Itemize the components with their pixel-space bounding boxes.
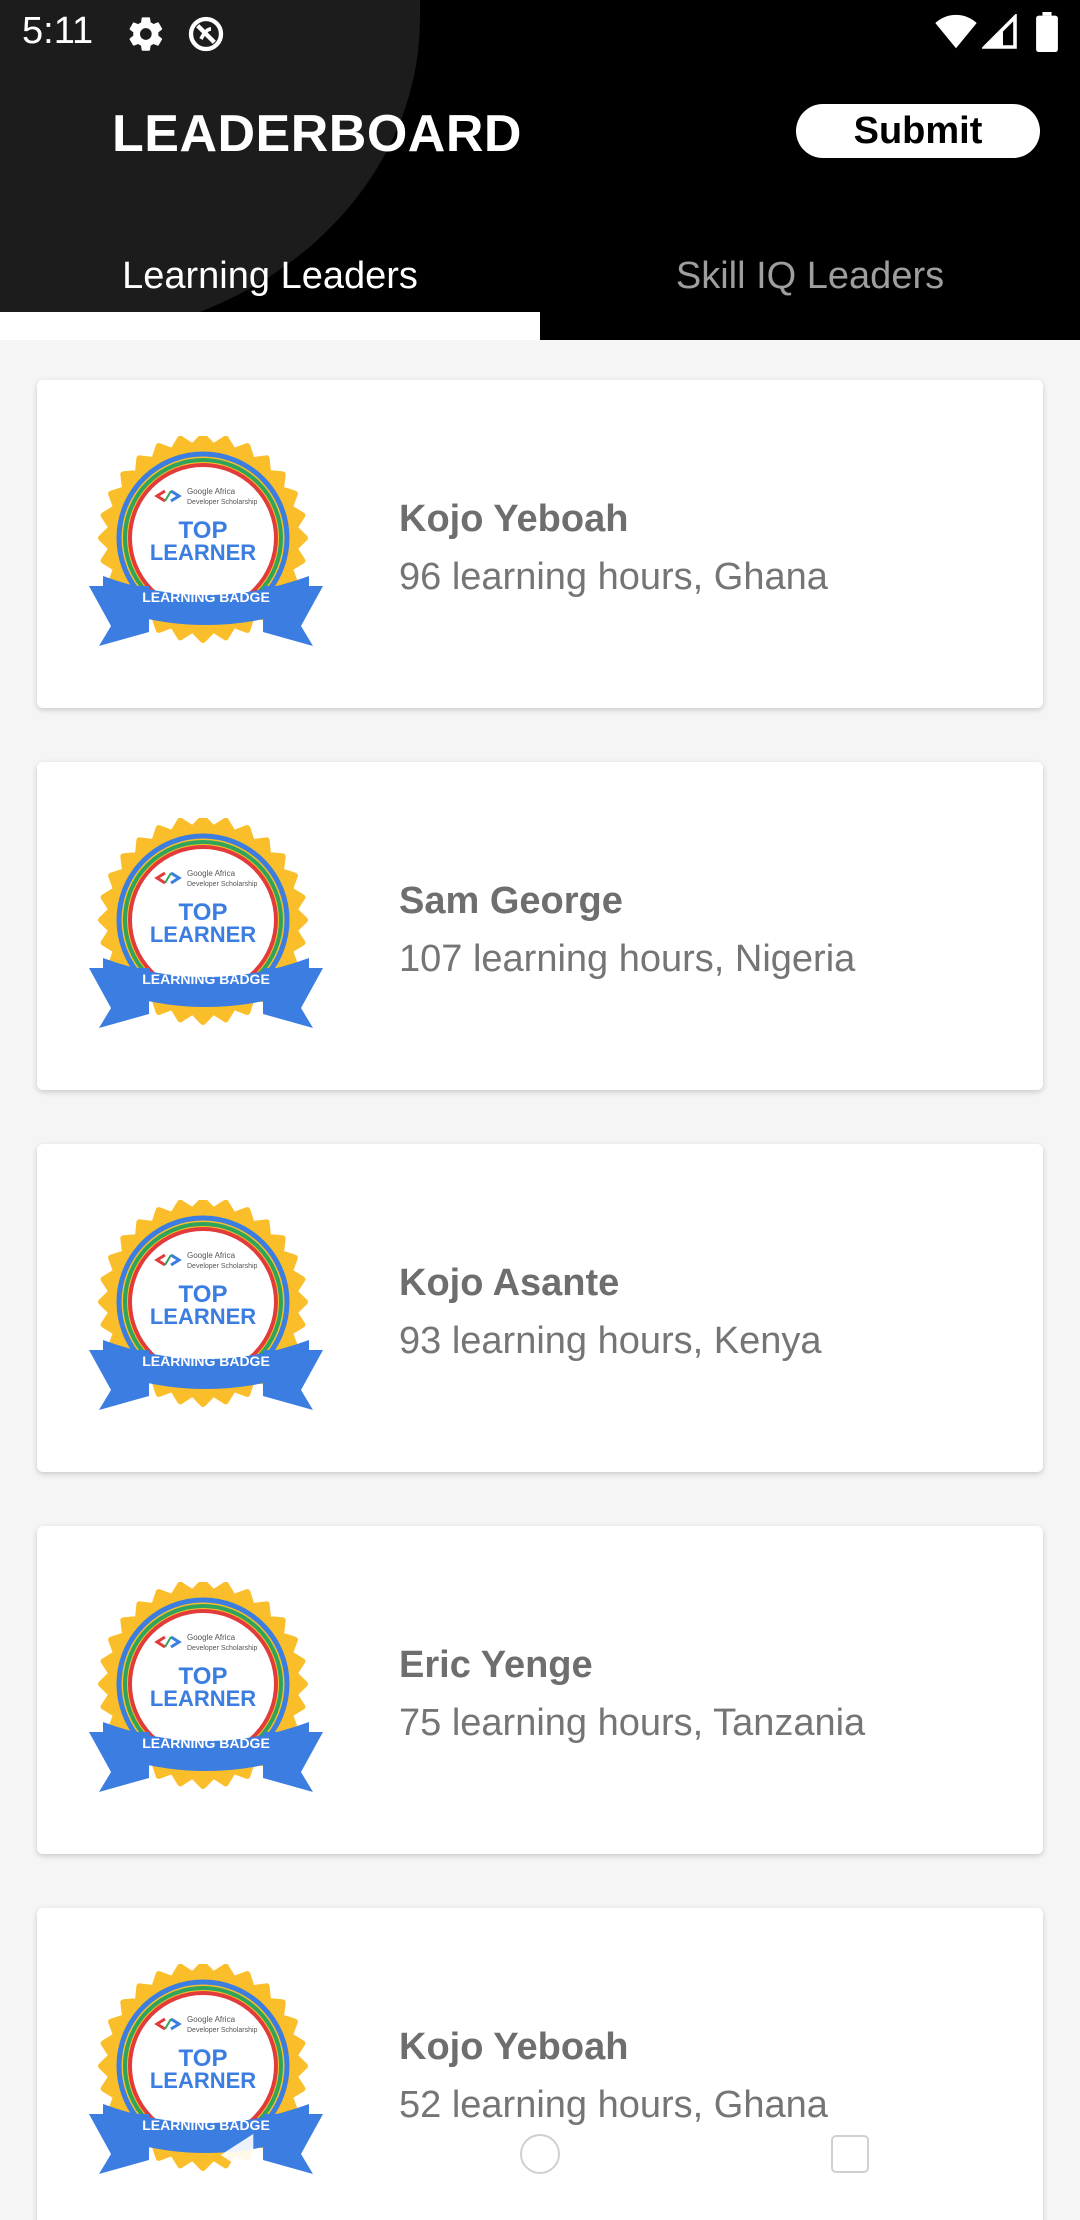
leader-card[interactable]: Google Africa Developer Scholarship TOP LEA…: [37, 1144, 1043, 1472]
tab-bar: Learning Leaders Skill IQ Leaders: [0, 230, 1080, 340]
tab-skill-iq-leaders[interactable]: Skill IQ Leaders: [540, 230, 1080, 340]
badge-line1: Google Africa: [187, 487, 236, 496]
leader-name: Kojo Yeboah: [399, 2026, 629, 2068]
leader-card[interactable]: Google Africa Developer Scholarship TOP LEA…: [37, 762, 1043, 1090]
leader-name: Kojo Asante: [399, 1262, 620, 1304]
badge-learner-text: LEARNER: [150, 2068, 256, 2093]
top-learner-badge-icon: Google AfricaDeveloper ScholarshipTOPLEA…: [89, 1200, 323, 1410]
leader-card[interactable]: Google Africa Developer Scholarship TOP LEA…: [37, 1526, 1043, 1854]
back-icon[interactable]: [214, 2130, 258, 2180]
badge-learner-text: LEARNER: [150, 1686, 256, 1711]
top-learner-badge-icon: Google AfricaDeveloper ScholarshipTOPLEA…: [89, 436, 323, 646]
badge-line2: Developer Scholarship: [187, 881, 258, 888]
badge-ribbon-text: LEARNING BADGE: [142, 589, 270, 605]
recents-icon[interactable]: [828, 2132, 872, 2176]
badge-line1: Google Africa: [187, 2015, 236, 2024]
status-bar: 5:11: [0, 0, 1080, 66]
dnd-icon: [188, 16, 224, 52]
badge-learner-text: LEARNER: [150, 540, 256, 565]
badge-learner-text: LEARNER: [150, 1304, 256, 1329]
badge-line1: Google Africa: [187, 1251, 236, 1260]
gear-icon: [129, 17, 163, 51]
signal-icon: [982, 14, 1017, 49]
badge-line2: Developer Scholarship: [187, 2027, 258, 2034]
leader-name: Eric Yenge: [399, 1644, 593, 1686]
badge-ribbon-text: LEARNING BADGE: [142, 1353, 270, 1369]
leader-card[interactable]: Google Africa Developer Scholarship TOP LEA…: [37, 380, 1043, 708]
leader-details: 75 learning hours, Tanzania: [399, 1702, 866, 1744]
navigation-bar: [0, 2120, 1080, 2220]
tab-indicator: [0, 312, 540, 340]
badge-ribbon-text: LEARNING BADGE: [142, 1735, 270, 1751]
top-learner-badge-icon: Google AfricaDeveloper ScholarshipTOPLEA…: [89, 1582, 323, 1792]
submit-button[interactable]: Submit: [796, 104, 1040, 158]
home-icon[interactable]: [518, 2132, 562, 2176]
badge-line1: Google Africa: [187, 1633, 236, 1642]
status-time: 5:11: [22, 10, 94, 52]
leader-name: Kojo Yeboah: [399, 498, 629, 540]
badge-line2: Developer Scholarship: [187, 1263, 258, 1270]
leader-details: 96 learning hours, Ghana: [399, 556, 828, 598]
badge-ribbon-text: LEARNING BADGE: [142, 971, 270, 987]
leader-details: 93 learning hours, Kenya: [399, 1320, 822, 1362]
wifi-icon: [935, 14, 977, 49]
leader-details: 107 learning hours, Nigeria: [399, 938, 856, 980]
leaders-list[interactable]: Google Africa Developer Scholarship TOP LEA…: [0, 340, 1080, 2220]
battery-icon: [1036, 12, 1058, 52]
leader-name: Sam George: [399, 880, 623, 922]
badge-line2: Developer Scholarship: [187, 499, 258, 506]
badge-learner-text: LEARNER: [150, 922, 256, 947]
badge-line2: Developer Scholarship: [187, 1645, 258, 1652]
badge-line1: Google Africa: [187, 869, 236, 878]
page-title: LEADERBOARD: [112, 105, 522, 163]
top-learner-badge-icon: Google AfricaDeveloper ScholarshipTOPLEA…: [89, 818, 323, 1028]
